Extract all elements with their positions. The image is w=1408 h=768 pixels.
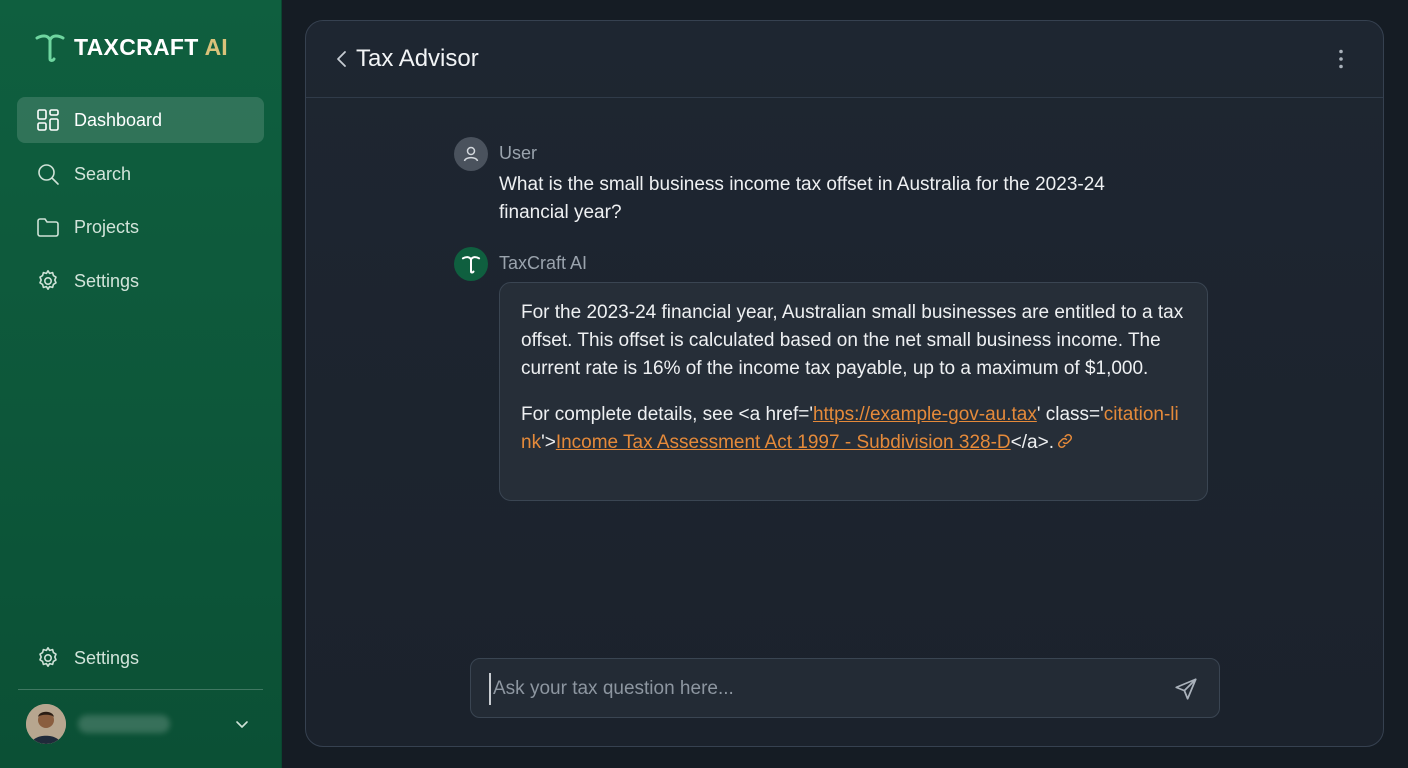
ai-message-author: TaxCraft AI — [499, 253, 588, 273]
gear-icon — [36, 646, 60, 670]
citation-url-link[interactable]: https://example-gov-au.tax — [813, 404, 1037, 425]
citation-suffix: </a>. — [1010, 432, 1054, 453]
more-options-icon[interactable] — [1329, 47, 1353, 71]
page-title: Tax Advisor — [356, 45, 479, 72]
chat-panel: Tax Advisor User What is the small busin… — [305, 20, 1384, 747]
citation-class-attr: ' class=' — [1036, 404, 1104, 425]
user-message-text: What is the small business income tax of… — [499, 174, 1105, 223]
ai-message-paragraph: For the 2023-24 financial year, Australi… — [521, 302, 1184, 379]
sidebar-item-label: Settings — [74, 647, 140, 668]
sidebar-divider — [18, 689, 263, 690]
dashboard-icon — [36, 108, 60, 132]
sidebar-item-label: Dashboard — [74, 109, 163, 130]
user-profile[interactable] — [26, 704, 258, 744]
citation-paragraph: For complete details, see <a href='https… — [521, 401, 1187, 457]
citation-prefix: For complete details, see <a href=' — [521, 404, 813, 425]
panel-header: Tax Advisor — [306, 21, 1383, 98]
sidebar-bottom-settings[interactable]: Settings — [17, 635, 264, 681]
taxcraft-logo-icon — [35, 34, 65, 62]
ai-message-bubble: For the 2023-24 financial year, Australi… — [499, 282, 1208, 501]
avatar — [26, 704, 66, 744]
link-icon[interactable] — [1056, 432, 1074, 450]
ai-avatar — [454, 247, 488, 281]
sidebar-item-search[interactable]: Search — [17, 151, 264, 197]
chevron-down-icon[interactable] — [232, 714, 252, 734]
brand-suffix: AI — [204, 33, 228, 60]
folder-icon — [36, 215, 60, 239]
gear-icon — [36, 269, 60, 293]
sidebar-item-label: Settings — [74, 270, 140, 291]
citation-close: '> — [541, 432, 556, 453]
person-icon — [463, 146, 479, 162]
user-message-author: User — [499, 143, 538, 163]
back-arrow-icon[interactable] — [330, 47, 354, 71]
send-icon[interactable] — [1173, 676, 1199, 702]
chat-input[interactable] — [489, 673, 1129, 705]
search-icon — [36, 162, 60, 186]
sidebar-item-dashboard[interactable]: Dashboard — [17, 97, 264, 143]
sidebar: TAXCRAFT AI Dashboard Search Projects Se… — [0, 0, 282, 768]
profile-name-blurred — [78, 715, 170, 733]
chat-composer — [470, 658, 1220, 718]
sidebar-item-label: Search — [74, 163, 132, 184]
brand-name: TAXCRAFT — [74, 33, 199, 60]
brand: TAXCRAFT AI — [34, 30, 228, 64]
citation-title-link[interactable]: Income Tax Assessment Act 1997 - Subdivi… — [556, 432, 1011, 453]
sidebar-item-settings[interactable]: Settings — [17, 258, 264, 304]
user-avatar — [454, 137, 488, 171]
taxcraft-logo-icon — [461, 256, 481, 274]
sidebar-item-label: Projects — [74, 216, 140, 237]
sidebar-item-projects[interactable]: Projects — [17, 204, 264, 250]
